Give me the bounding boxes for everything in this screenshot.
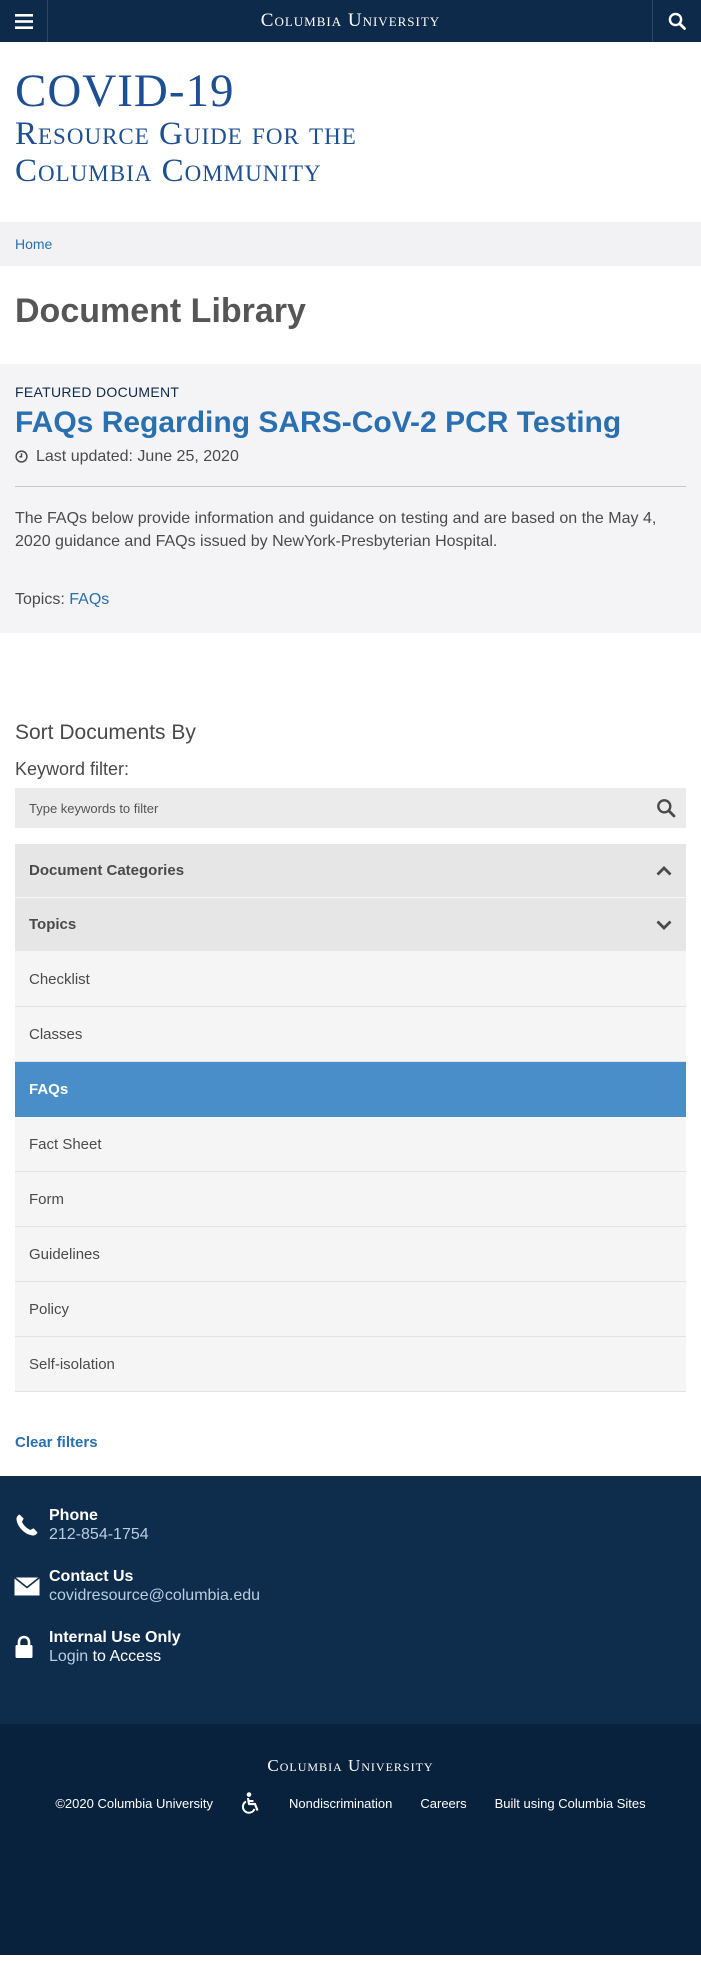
phone-number-link[interactable]: 212-854-1754 [49, 1526, 149, 1543]
topic-item-fact-sheet[interactable]: Fact Sheet [15, 1117, 686, 1173]
page-title: Document Library [15, 291, 306, 330]
topic-item-form[interactable]: Form [15, 1172, 686, 1228]
site-title-line-3[interactable]: Columbia Community [15, 153, 686, 190]
topic-item-guidelines[interactable]: Guidelines [15, 1227, 686, 1283]
sort-heading: Sort Documents By [15, 721, 196, 745]
sort-documents: Sort Documents By Keyword filter: Docume… [0, 633, 701, 1393]
hamburger-menu-icon [14, 13, 33, 29]
footer-bottom: Columbia University ©2020 Columbia Unive… [0, 1724, 701, 1956]
site-title-line-1[interactable]: COVID-19 [15, 67, 686, 116]
topic-item-policy[interactable]: Policy [15, 1282, 686, 1338]
clear-filters-row: Clear filters [0, 1392, 701, 1476]
footer-contact: Phone 212-854-1754 Contact Us covidresou… [0, 1476, 701, 1725]
phone-title: Phone [49, 1507, 98, 1525]
copyright-text: ©2020 Columbia University [55, 1795, 214, 1811]
topic-item-faqs[interactable]: FAQs [15, 1062, 686, 1118]
topics-label: Topics: [15, 591, 65, 609]
breadcrumb-home-link[interactable]: Home [15, 236, 52, 252]
login-suffix: to Access [88, 1648, 162, 1666]
contact-email: Contact Us covidresource@columbia.edu [14, 1567, 687, 1607]
search-icon[interactable] [656, 798, 676, 818]
featured-kicker: FEATURED DOCUMENT [15, 383, 180, 400]
keyword-filter-input[interactable] [15, 788, 686, 829]
internal-use-title: Internal Use Only [49, 1629, 181, 1647]
accessibility-icon[interactable] [241, 1792, 261, 1814]
chevron-down-icon [656, 920, 672, 930]
topic-item-checklist[interactable]: Checklist [15, 952, 686, 1008]
contact-email-link[interactable]: covidresource@columbia.edu [49, 1587, 260, 1604]
site-title-line-2[interactable]: Resource Guide for the [15, 116, 686, 153]
clock-icon [15, 450, 28, 463]
breadcrumb: Home [0, 221, 701, 266]
featured-description: The FAQs below provide information and g… [15, 509, 657, 551]
phone-icon [16, 1514, 38, 1536]
document-categories-toggle[interactable]: Document Categories [15, 844, 686, 899]
featured-document: FEATURED DOCUMENT FAQs Regarding SARS-Co… [0, 363, 701, 634]
search-icon [668, 12, 686, 30]
contact-us-title: Contact Us [49, 1568, 134, 1586]
careers-link[interactable]: Careers [420, 1796, 466, 1811]
topic-faqs-link[interactable]: FAQs [69, 591, 109, 608]
keyword-filter-box [15, 788, 686, 829]
topic-item-self-isolation[interactable]: Self-isolation [15, 1337, 686, 1393]
nondiscrimination-link[interactable]: Nondiscrimination [289, 1796, 392, 1811]
document-categories-label: Document Categories [29, 862, 185, 880]
envelope-icon [14, 1576, 40, 1596]
internal-use: Internal Use Only Login to Access [14, 1628, 687, 1668]
last-updated-text: Last updated: June 25, 2020 [36, 447, 239, 465]
featured-document-title-link[interactable]: FAQs Regarding SARS-CoV-2 PCR Testing [15, 406, 686, 440]
facet-list: Document Categories Topics Checklist Cla… [15, 844, 686, 1393]
topics-toggle[interactable]: Topics [15, 898, 686, 953]
columbia-sites-link[interactable]: Built using Columbia Sites [495, 1796, 646, 1811]
lock-icon [15, 1635, 33, 1659]
footer-links: ©2020 Columbia University Nondiscriminat… [0, 1792, 701, 1814]
contact-phone: Phone 212-854-1754 [14, 1506, 687, 1546]
menu-button[interactable] [0, 0, 48, 42]
clear-filters-link[interactable]: Clear filters [15, 1434, 98, 1451]
header-search-button[interactable] [652, 0, 701, 42]
columbia-wordmark[interactable]: Columbia University [261, 10, 440, 32]
topic-item-classes[interactable]: Classes [15, 1007, 686, 1063]
top-bar: Columbia University [0, 0, 701, 42]
last-updated: Last updated: June 25, 2020 [15, 448, 686, 466]
login-link[interactable]: Login [49, 1648, 88, 1665]
topics-facet-label: Topics [29, 916, 77, 934]
keyword-filter-label: Keyword filter: [15, 759, 130, 780]
featured-topics: Topics: FAQs [15, 591, 686, 609]
featured-divider [15, 485, 686, 487]
chevron-up-icon [656, 865, 672, 876]
site-title: COVID-19 Resource Guide for the Columbia… [0, 42, 701, 222]
footer-columbia-wordmark[interactable]: Columbia University [0, 1756, 701, 1776]
